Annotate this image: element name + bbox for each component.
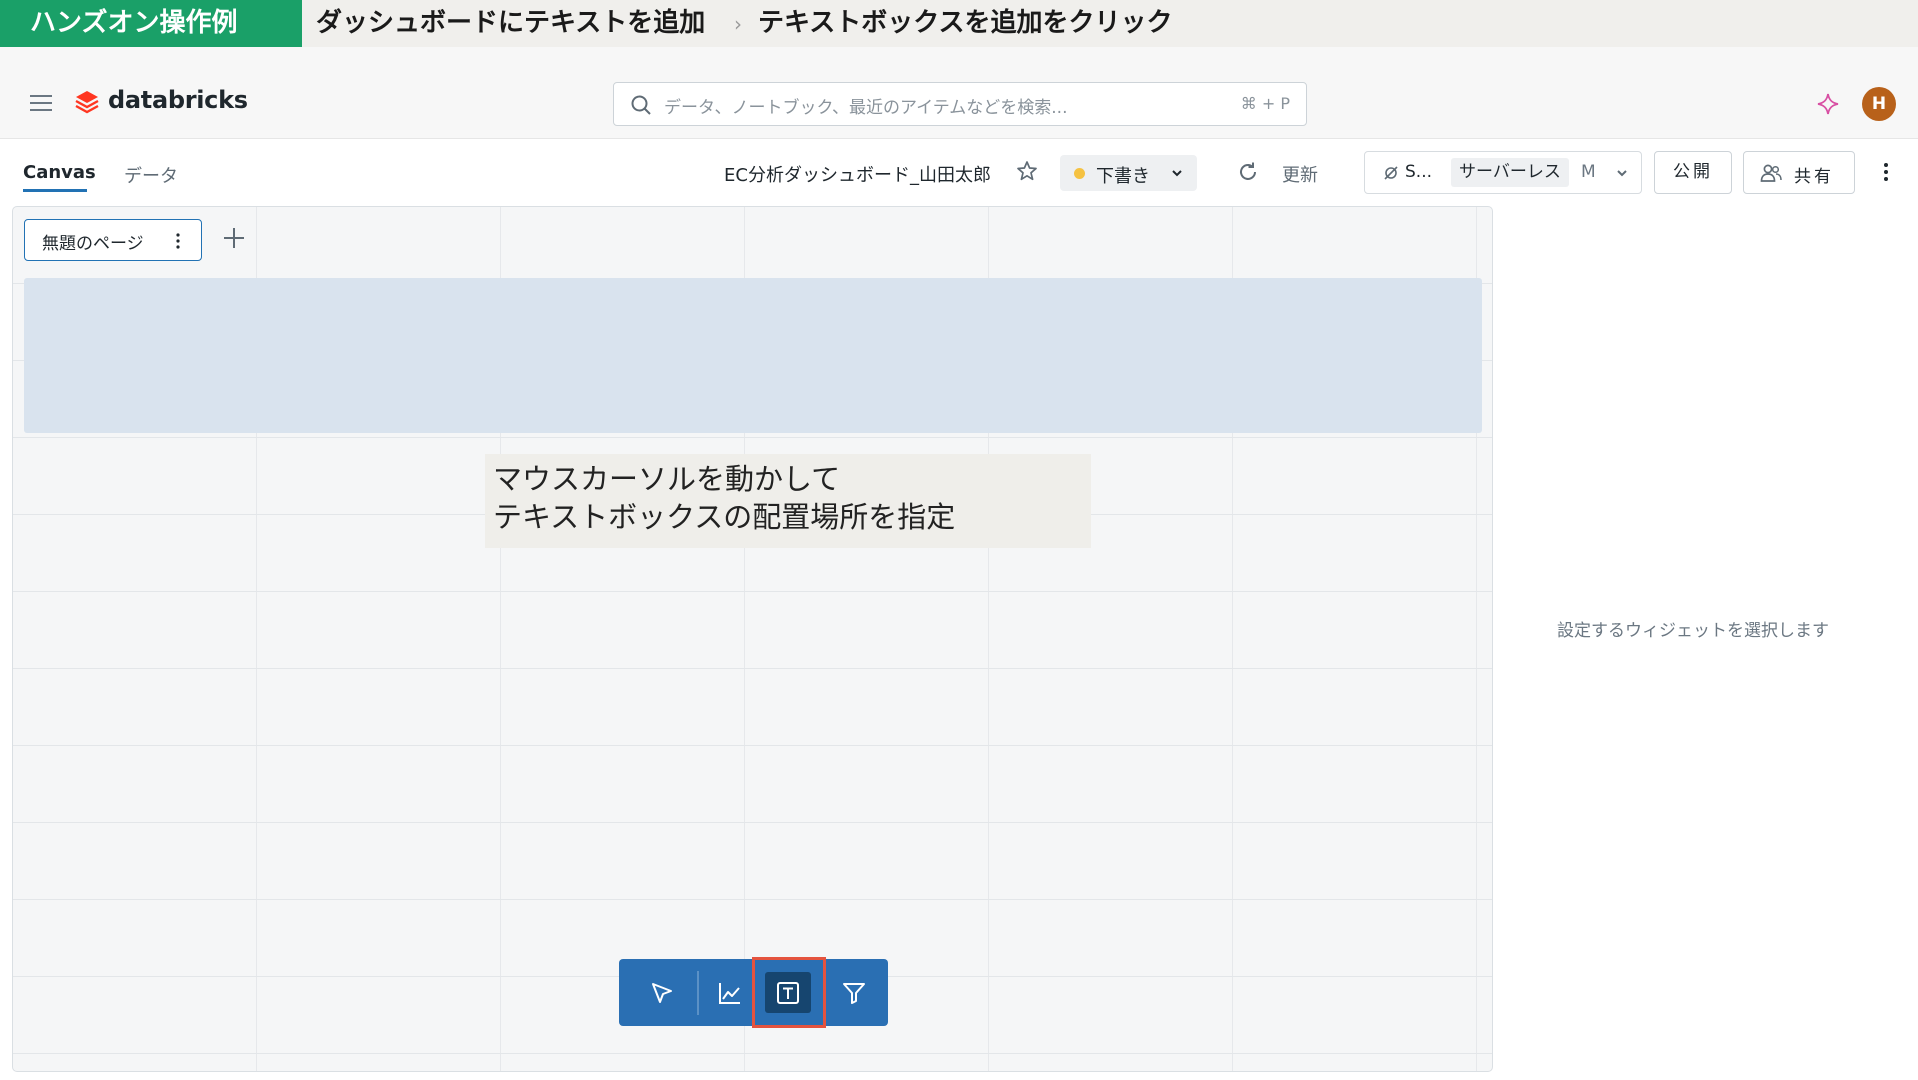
warehouse-size: M [1581, 162, 1596, 182]
widget-settings-hint: 設定するウィジェットを選択します [1557, 621, 1829, 641]
warehouse-selector[interactable]: S... サーバーレス M [1364, 151, 1642, 194]
databricks-logo-icon [75, 91, 99, 114]
compute-off-icon [1384, 166, 1398, 180]
dashboard-title[interactable]: EC分析ダッシュボード_山田太郎 [724, 161, 991, 187]
users-icon [1760, 164, 1782, 182]
refresh-button[interactable]: 更新 [1282, 161, 1318, 187]
add-text-box-icon [777, 982, 799, 1004]
warehouse-type-badge: サーバーレス [1451, 158, 1569, 187]
add-page-icon[interactable] [221, 225, 247, 251]
highlight-box [752, 957, 826, 1028]
banner-step-action: テキストボックスを追加をクリック [758, 8, 1173, 38]
chevron-down-icon [1172, 170, 1182, 177]
toolbar-divider [697, 971, 699, 1015]
banner-separator: › [734, 12, 742, 36]
tutorial-banner: ハンズオン操作例 ダッシュボードにテキストを追加 › テキストボックスを追加をク… [0, 0, 1918, 47]
draft-status-dropdown[interactable]: 下書き [1060, 155, 1197, 191]
brand-name[interactable]: databricks [108, 86, 248, 114]
draft-status-dot [1074, 168, 1085, 179]
add-text-box-button[interactable] [765, 972, 811, 1013]
page-tab-untitled[interactable]: 無題のページ [24, 219, 202, 261]
banner-step-title: ダッシュボードにテキストを追加 [316, 8, 706, 38]
star-icon[interactable] [1015, 159, 1039, 183]
share-label: 共有 [1794, 167, 1834, 187]
more-options-icon[interactable] [1880, 160, 1892, 184]
menu-icon[interactable] [30, 95, 52, 111]
page-tab-label: 無題のページ [42, 234, 144, 254]
global-search-input[interactable]: データ、ノートブック、最近のアイテムなどを検索... ⌘ + P [613, 82, 1307, 126]
page-menu-icon[interactable] [175, 232, 181, 250]
search-placeholder: データ、ノートブック、最近のアイテムなどを検索... [664, 98, 1068, 118]
callout-line-1: マウスカーソルを動かして [493, 462, 841, 496]
tab-canvas[interactable]: Canvas [23, 162, 96, 183]
search-shortcut: ⌘ + P [1240, 94, 1290, 113]
warehouse-name: S... [1405, 162, 1433, 182]
widget-toolbar [619, 957, 888, 1028]
share-button[interactable]: 共有 [1743, 151, 1855, 194]
assistant-sparkle-icon[interactable] [1816, 92, 1840, 116]
callout-line-2: テキストボックスの配置場所を指定 [493, 500, 956, 534]
app-topbar: databricks データ、ノートブック、最近のアイテムなどを検索... ⌘ … [0, 47, 1918, 139]
add-visualization-icon[interactable] [717, 980, 743, 1006]
banner-tag: ハンズオン操作例 [0, 0, 302, 47]
dashboard-canvas[interactable]: 無題のページ マウスカーソルを動かして テキストボックスの配置場所を指定 [12, 206, 1493, 1072]
select-cursor-icon[interactable] [649, 980, 675, 1006]
publish-button[interactable]: 公開 [1654, 151, 1732, 194]
chevron-down-icon [1617, 170, 1627, 177]
active-tab-indicator [23, 189, 87, 192]
draft-status-label: 下書き [1096, 166, 1150, 187]
refresh-icon[interactable] [1236, 160, 1260, 184]
add-filter-icon[interactable] [841, 980, 867, 1006]
widget-placement-preview[interactable] [24, 278, 1482, 433]
instruction-callout: マウスカーソルを動かして テキストボックスの配置場所を指定 [485, 454, 1091, 548]
tab-data[interactable]: データ [124, 162, 178, 188]
user-avatar[interactable]: H [1862, 87, 1896, 121]
search-icon [631, 95, 651, 115]
